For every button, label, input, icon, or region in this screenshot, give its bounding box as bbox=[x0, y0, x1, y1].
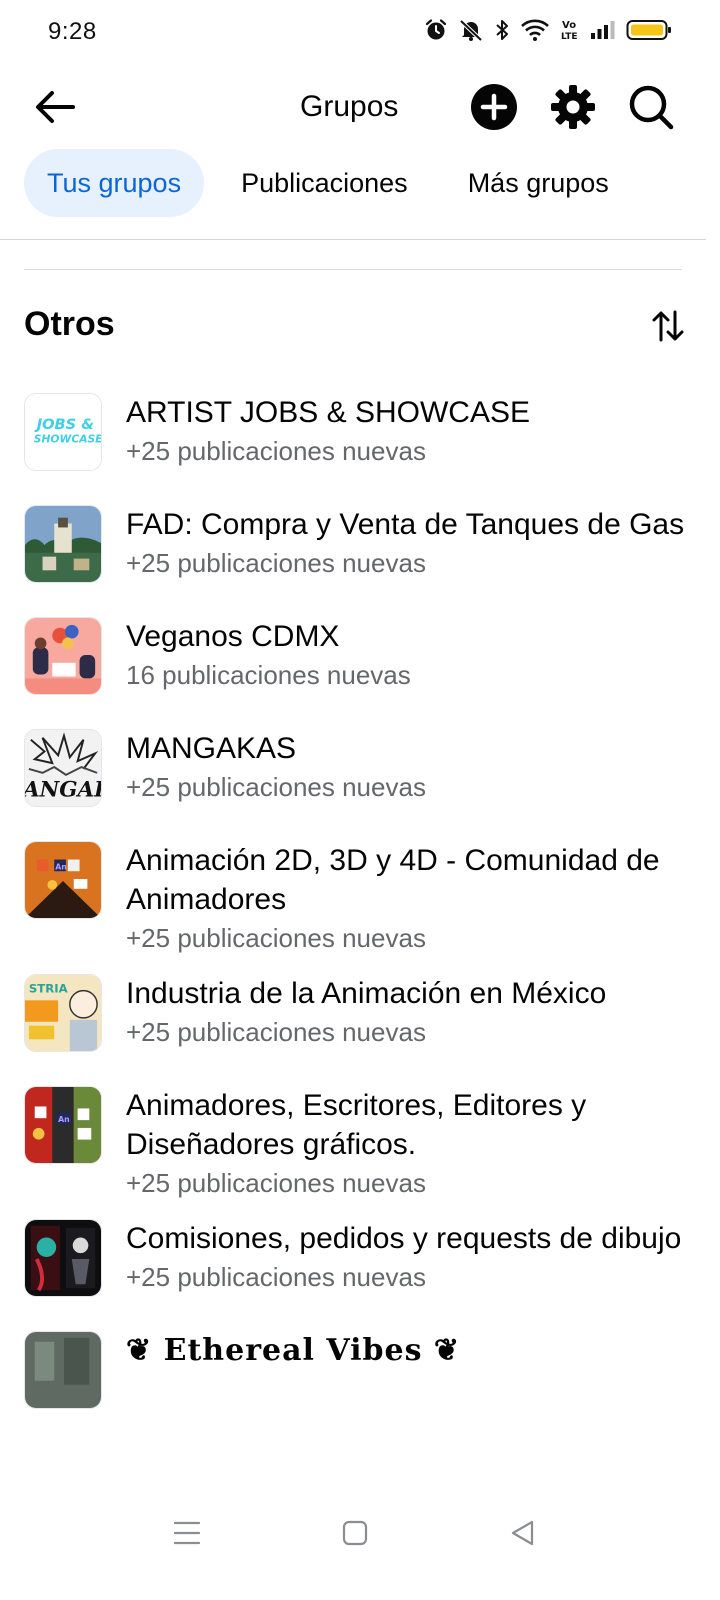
group-name: ARTIST JOBS & SHOWCASE bbox=[126, 396, 530, 429]
group-item[interactable]: ANGAK MANGAKAS +25 publicaciones nuevas bbox=[0, 721, 720, 833]
section-title: Otros bbox=[24, 305, 115, 343]
wifi-icon bbox=[520, 18, 550, 42]
back-triangle-icon bbox=[511, 1520, 534, 1546]
settings-button[interactable] bbox=[548, 82, 598, 132]
recents-button[interactable] bbox=[162, 1508, 212, 1558]
status-bar: 9:28 Vo LTE bbox=[0, 0, 720, 64]
status-icons: Vo LTE bbox=[424, 18, 672, 42]
group-item[interactable]: STRIA Industria de la Animación en Méxic… bbox=[0, 966, 720, 1078]
plus-circle-icon bbox=[471, 84, 517, 130]
svg-text:ANGAK: ANGAK bbox=[25, 777, 101, 802]
group-thumbnail bbox=[24, 1331, 102, 1409]
svg-text:SHOWCASE: SHOWCASE bbox=[34, 433, 101, 446]
group-name: Veganos CDMX bbox=[126, 620, 340, 653]
group-item[interactable]: JOBS & SHOWCASE ARTIST JOBS & SHOWCASE +… bbox=[0, 385, 720, 497]
svg-text:LTE: LTE bbox=[561, 32, 578, 42]
page-title: Grupos bbox=[300, 90, 399, 123]
group-new-posts: +25 publicaciones nuevas bbox=[126, 923, 426, 953]
group-thumbnail: An bbox=[24, 841, 102, 919]
group-new-posts: +25 publicaciones nuevas bbox=[126, 1017, 426, 1047]
alarm-icon bbox=[424, 18, 448, 42]
group-item[interactable]: An Animación 2D, 3D y 4D - Comunidad de … bbox=[0, 833, 720, 966]
search-button[interactable] bbox=[626, 82, 676, 132]
tab-publicaciones[interactable]: Publicaciones bbox=[218, 149, 431, 217]
screen: 9:28 Vo LTE Grupos Tus grupos Publicacio… bbox=[0, 0, 720, 1600]
group-thumbnail bbox=[24, 617, 102, 695]
group-item[interactable]: ❦ Ethereal Vibes ❦ bbox=[0, 1323, 720, 1435]
group-thumbnail bbox=[24, 505, 102, 583]
svg-text:STRIA: STRIA bbox=[29, 982, 68, 996]
tab-bar: Tus grupos Publicaciones Más grupos bbox=[24, 149, 720, 217]
sort-arrows-icon bbox=[652, 310, 684, 342]
group-name: MANGAKAS bbox=[126, 732, 297, 765]
group-list: JOBS & SHOWCASE ARTIST JOBS & SHOWCASE +… bbox=[0, 385, 720, 1480]
group-name: Industria de la Animación en México bbox=[126, 977, 607, 1010]
divider bbox=[24, 269, 682, 270]
group-thumbnail: An bbox=[24, 1086, 102, 1164]
system-back-button[interactable] bbox=[498, 1508, 548, 1558]
group-name: FAD: Compra y Venta de Tanques de Gas bbox=[126, 508, 685, 541]
sort-button[interactable] bbox=[648, 306, 688, 346]
signal-icon bbox=[590, 18, 616, 42]
group-thumbnail: JOBS & SHOWCASE bbox=[24, 393, 102, 471]
status-time: 9:28 bbox=[48, 18, 97, 45]
battery-icon bbox=[626, 18, 672, 42]
gear-icon bbox=[551, 85, 595, 129]
group-item[interactable]: FAD: Compra y Venta de Tanques de Gas +2… bbox=[0, 497, 720, 609]
home-square-icon bbox=[342, 1520, 368, 1546]
menu-icon bbox=[173, 1521, 201, 1545]
group-name: Animación 2D, 3D y 4D - Comunidad de Ani… bbox=[126, 844, 660, 916]
group-new-posts: +25 publicaciones nuevas bbox=[126, 772, 426, 802]
arrow-left-icon bbox=[36, 91, 75, 123]
divider bbox=[0, 239, 706, 240]
header: Grupos bbox=[0, 72, 720, 142]
group-item[interactable]: Comisiones, pedidos y requests de dibujo… bbox=[0, 1211, 720, 1323]
group-name: Animadores, Escritores, Editores y Diseñ… bbox=[126, 1089, 587, 1161]
tab-mas-grupos[interactable]: Más grupos bbox=[445, 149, 632, 217]
group-name: Comisiones, pedidos y requests de dibujo bbox=[126, 1222, 682, 1255]
back-button[interactable] bbox=[30, 84, 80, 130]
group-new-posts: +25 publicaciones nuevas bbox=[126, 1262, 426, 1292]
search-icon bbox=[629, 85, 674, 130]
svg-text:An: An bbox=[55, 862, 67, 871]
svg-text:JOBS &: JOBS & bbox=[34, 416, 94, 433]
mute-icon bbox=[458, 18, 484, 42]
system-nav-bar bbox=[0, 1480, 720, 1600]
bluetooth-icon bbox=[494, 18, 510, 42]
group-name: ❦ Ethereal Vibes ❦ bbox=[126, 1333, 461, 1368]
create-group-button[interactable] bbox=[469, 82, 519, 132]
group-new-posts: +25 publicaciones nuevas bbox=[126, 548, 426, 578]
group-new-posts: 16 publicaciones nuevas bbox=[126, 660, 411, 690]
tab-tus-grupos[interactable]: Tus grupos bbox=[24, 149, 205, 217]
group-thumbnail: STRIA bbox=[24, 974, 102, 1052]
home-button[interactable] bbox=[330, 1508, 380, 1558]
volte-icon: Vo LTE bbox=[560, 18, 580, 42]
group-new-posts bbox=[126, 1371, 696, 1381]
group-item[interactable]: An Animadores, Escritores, Editores y Di… bbox=[0, 1078, 720, 1211]
group-item[interactable]: Veganos CDMX 16 publicaciones nuevas bbox=[0, 609, 720, 721]
group-thumbnail: ANGAK bbox=[24, 729, 102, 807]
group-new-posts: +25 publicaciones nuevas bbox=[126, 436, 426, 466]
group-thumbnail bbox=[24, 1219, 102, 1297]
svg-text:An: An bbox=[58, 1115, 70, 1124]
group-new-posts: +25 publicaciones nuevas bbox=[126, 1168, 426, 1198]
svg-text:Vo: Vo bbox=[562, 20, 576, 31]
